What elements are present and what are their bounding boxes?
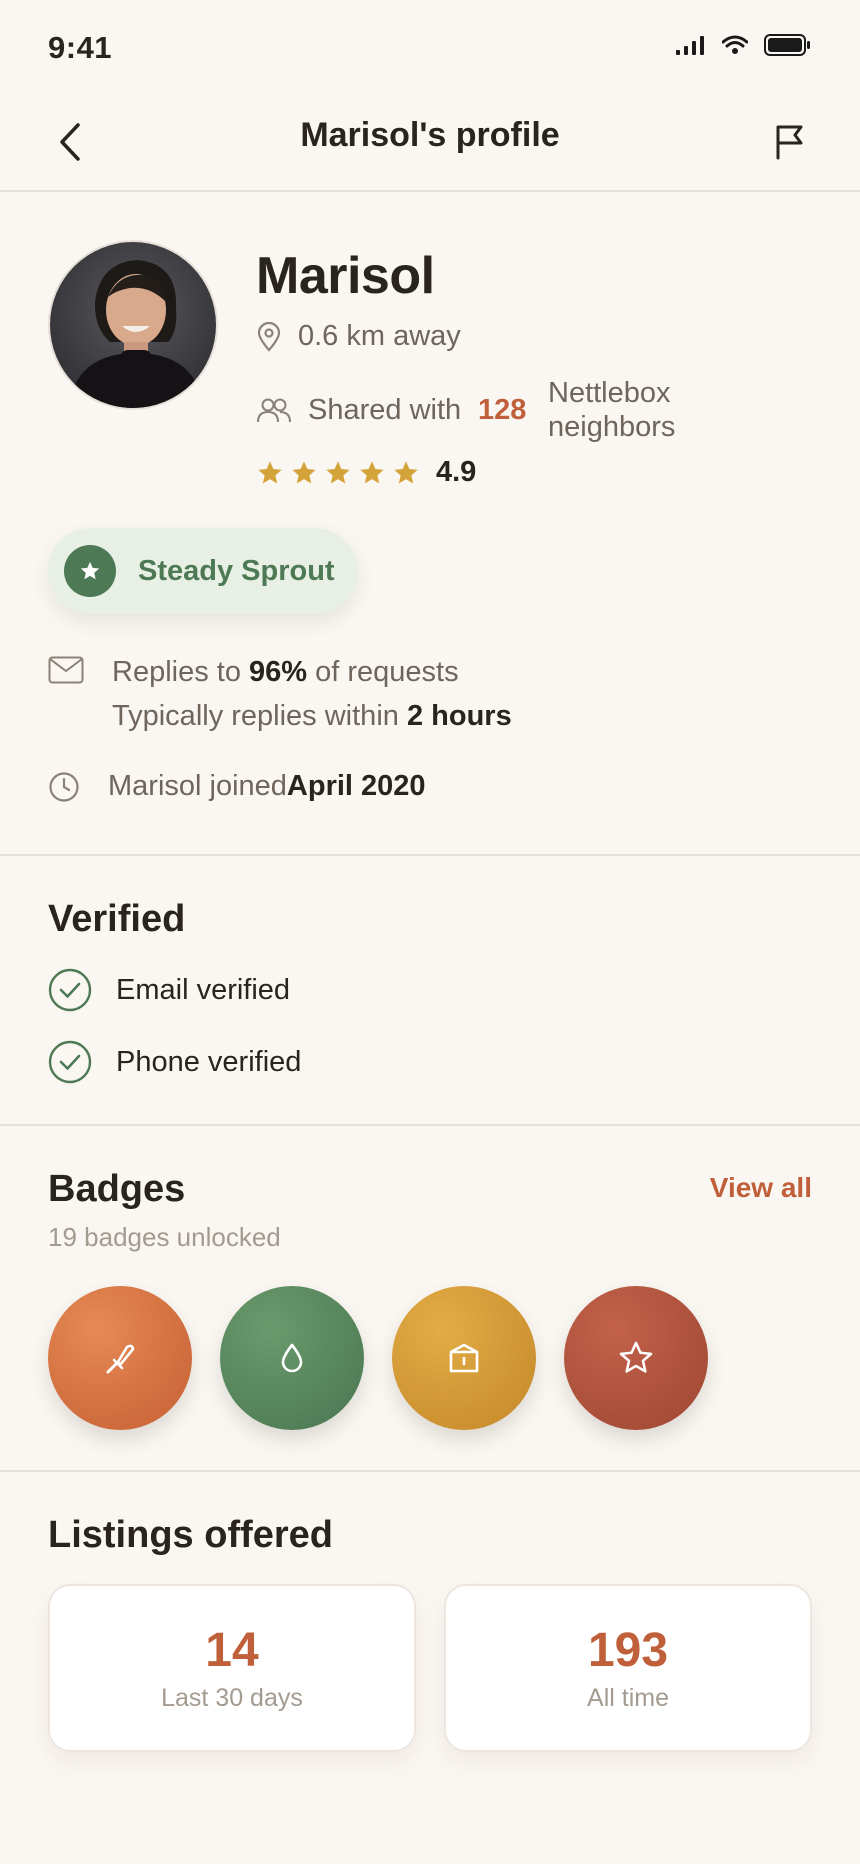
verified-email-label: Email verified [116, 973, 291, 1006]
rating-row: 4.9 [256, 456, 476, 489]
mail-icon [48, 656, 84, 684]
clock-icon [49, 771, 79, 802]
level-badge-label: Steady Sprout [138, 554, 335, 587]
divider [0, 1124, 860, 1126]
box-icon [449, 1343, 479, 1373]
trowel-icon [106, 1344, 135, 1374]
listings-title: Listings offered [48, 1514, 334, 1556]
joined-date: April 2020 [286, 770, 426, 802]
nav-bar: Marisol's profile [0, 96, 860, 192]
listings-count-all-time: 193 [587, 1624, 669, 1677]
reply-rate: 96% [249, 656, 308, 688]
shared-with-row: Shared with 128 Nettlebox neighbors [256, 376, 698, 444]
reply-time-line: Typically replies within 2 hours [112, 700, 512, 732]
badges-count: 19 badges unlocked [48, 1222, 281, 1252]
divider [0, 854, 860, 856]
wifi-icon [722, 35, 748, 54]
page-title: Marisol's profile [300, 116, 560, 154]
badges-title: Badges [48, 1168, 186, 1210]
reply-rate-line: Replies to 96% of requests [112, 656, 459, 688]
badge-trowel[interactable] [48, 1286, 192, 1430]
shared-count: 128 [478, 393, 527, 426]
flag-icon [776, 125, 803, 160]
star-icon [619, 1341, 653, 1373]
listings-count-30-days: 14 [205, 1624, 259, 1677]
view-all-badges-link[interactable]: View all [710, 1172, 812, 1204]
battery-icon [764, 34, 810, 56]
badges-row [48, 1286, 708, 1430]
star-icon [258, 460, 282, 483]
location-pin-icon [257, 321, 281, 352]
report-button[interactable] [762, 114, 818, 170]
verified-item-email: Email verified [48, 968, 290, 1012]
listings-card-all-time[interactable]: 193 All time [444, 1584, 812, 1752]
status-bar: 9:41 [0, 0, 860, 96]
droplet-icon [281, 1343, 303, 1373]
badge-box[interactable] [392, 1286, 536, 1430]
avatar [48, 240, 218, 410]
profile-name: Marisol [256, 247, 435, 305]
reply-time: 2 hours [406, 700, 512, 732]
verified-item-phone: Phone verified [48, 1040, 301, 1084]
listings-label-30-days: Last 30 days [161, 1684, 303, 1712]
signal-icon [676, 36, 704, 55]
level-badge[interactable]: Steady Sprout [48, 528, 358, 614]
listings-cards: 14 Last 30 days 193 All time [48, 1584, 812, 1752]
listings-card-30-days[interactable]: 14 Last 30 days [48, 1584, 416, 1752]
badge-droplet[interactable] [220, 1286, 364, 1430]
status-icons [676, 34, 812, 56]
rating-value: 4.9 [436, 456, 477, 488]
star-icon [394, 460, 418, 483]
distance-text: 0.6 km away [298, 320, 461, 352]
distance-row: 0.6 km away [256, 320, 461, 353]
check-circle-icon [48, 1040, 92, 1084]
joined-row: Marisol joined April 2020 [48, 770, 426, 803]
star-icon [292, 460, 316, 483]
verified-title: Verified [48, 898, 186, 940]
divider [0, 1470, 860, 1472]
level-badge-icon [64, 545, 116, 597]
shared-suffix: Nettlebox neighbors [548, 377, 676, 443]
people-icon [257, 398, 291, 423]
star-icon [360, 460, 384, 483]
star-icon [326, 460, 350, 483]
check-circle-icon [48, 968, 92, 1012]
shared-with-label: Shared with [308, 394, 462, 426]
status-time: 9:41 [48, 30, 113, 65]
verified-phone-label: Phone verified [116, 1045, 302, 1078]
listings-label-all-time: All time [587, 1684, 669, 1712]
badge-star[interactable] [564, 1286, 708, 1430]
star-icon [80, 561, 100, 580]
